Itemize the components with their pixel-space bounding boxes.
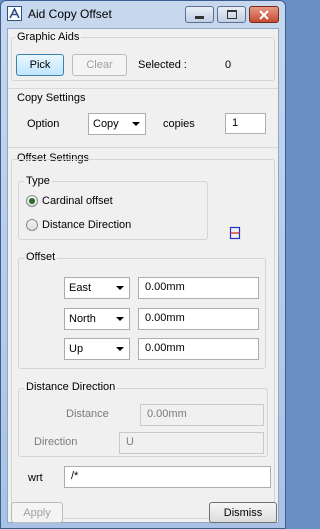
distance-label: Distance (66, 408, 109, 420)
clear-button[interactable]: Clear (72, 54, 127, 76)
north-select[interactable]: North (64, 308, 130, 330)
apply-button[interactable]: Apply (11, 502, 63, 523)
cardinal-offset-label[interactable]: Cardinal offset (42, 194, 113, 208)
copies-label: copies (163, 118, 195, 130)
dismiss-button[interactable]: Dismiss (209, 502, 277, 523)
up-offset-input[interactable]: 0.00mm (138, 338, 259, 360)
dialog-body: Graphic Aids Pick Clear Selected : 0 Cop… (7, 28, 279, 523)
direction-input[interactable]: U (119, 432, 264, 454)
copy-settings-legend: Copy Settings (15, 92, 88, 105)
pick-button[interactable]: Pick (16, 54, 64, 76)
graphic-aids-legend: Graphic Aids (15, 31, 82, 44)
close-icon (259, 9, 269, 20)
distance-direction-label[interactable]: Distance Direction (42, 218, 131, 232)
chevron-down-icon (116, 286, 124, 290)
divider (8, 147, 278, 148)
north-direction: North (69, 313, 96, 325)
selected-count: 0 (225, 59, 232, 71)
distance-direction-legend: Distance Direction (24, 381, 118, 394)
close-button[interactable] (249, 6, 279, 23)
east-offset-input[interactable]: 0.00mm (138, 277, 259, 299)
app-icon (7, 6, 22, 21)
east-direction: East (69, 282, 92, 294)
maximize-icon (226, 10, 237, 19)
east-select[interactable]: East (64, 277, 130, 299)
wrt-label: wrt (28, 472, 43, 484)
minimize-icon (195, 15, 204, 19)
selected-label: Selected : (138, 59, 187, 71)
offset-legend: Offset (24, 251, 58, 264)
option-label: Option (27, 118, 60, 130)
chevron-down-icon (116, 317, 124, 321)
distance-direction-radio[interactable] (26, 219, 38, 231)
direction-marker-icon (229, 226, 241, 240)
window-title: Aid Copy Offset (28, 7, 112, 21)
chevron-down-icon (132, 122, 140, 126)
up-select[interactable]: Up (64, 338, 130, 360)
type-legend: Type (24, 175, 52, 188)
divider (8, 88, 278, 89)
aid-copy-offset-window: Aid Copy Offset Graphic Aids Pick Clear … (0, 0, 286, 529)
minimize-button[interactable] (185, 6, 214, 23)
wrt-input[interactable]: /* (64, 466, 271, 488)
copies-input[interactable]: 1 (225, 113, 266, 134)
chevron-down-icon (116, 347, 124, 351)
north-offset-input[interactable]: 0.00mm (138, 308, 259, 330)
cardinal-offset-radio[interactable] (26, 195, 38, 207)
distance-input[interactable]: 0.00mm (140, 404, 264, 426)
up-direction: Up (69, 343, 84, 355)
maximize-button[interactable] (217, 6, 246, 23)
option-select[interactable]: Copy (88, 113, 146, 135)
option-value: Copy (93, 118, 119, 130)
direction-label: Direction (34, 436, 78, 448)
title-bar[interactable]: Aid Copy Offset (1, 1, 285, 28)
